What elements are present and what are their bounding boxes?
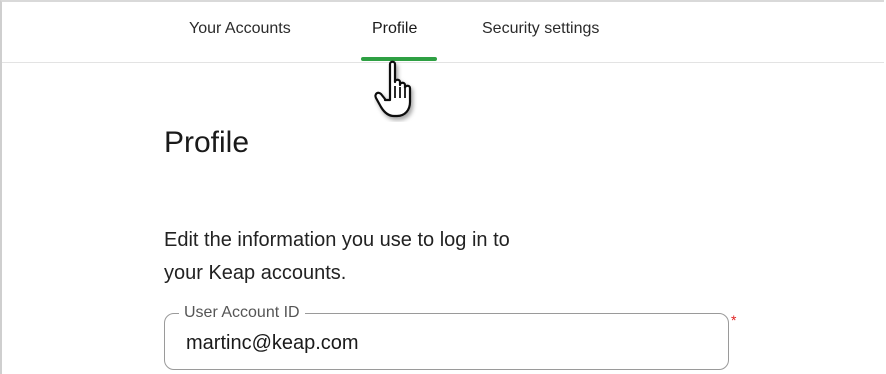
user-account-id-value[interactable]: martinc@keap.com	[186, 332, 359, 355]
page-title: Profile	[164, 126, 250, 159]
tab-security-settings[interactable]: Security settings	[482, 20, 599, 38]
description-line-2: your Keap accounts.	[164, 262, 347, 284]
required-marker: *	[731, 312, 737, 328]
hand-pointer-icon	[374, 60, 412, 118]
top-nav: Your Accounts Profile Security settings	[2, 2, 884, 63]
user-account-id-label: User Account ID	[179, 304, 305, 322]
tab-your-accounts[interactable]: Your Accounts	[189, 20, 291, 38]
profile-description: Edit the information you use to log in t…	[164, 224, 684, 290]
description-line-1: Edit the information you use to log in t…	[164, 229, 510, 251]
user-account-id-field[interactable]: User Account ID martinc@keap.com	[164, 304, 729, 370]
tab-profile[interactable]: Profile	[372, 20, 417, 38]
